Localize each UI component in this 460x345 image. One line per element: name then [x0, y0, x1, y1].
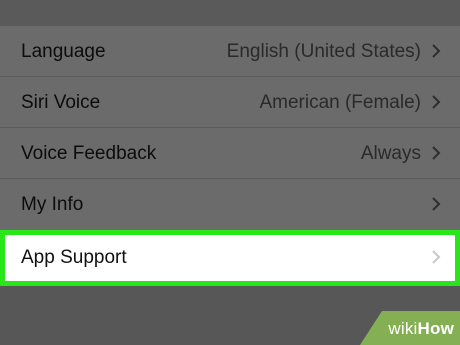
settings-row-app-support[interactable]: App Support: [0, 230, 460, 286]
settings-row-language[interactable]: Language English (United States): [0, 26, 460, 77]
watermark-text: wikiHow: [388, 319, 454, 338]
row-label: Language: [21, 41, 106, 62]
settings-row-voice-feedback[interactable]: Voice Feedback Always: [0, 128, 460, 179]
chevron-right-icon: [428, 196, 444, 212]
settings-row-my-info[interactable]: My Info: [0, 179, 460, 230]
row-label: My Info: [21, 194, 84, 215]
chevron-right-icon: [428, 43, 444, 59]
settings-list: Language English (United States) Siri Vo…: [0, 26, 460, 230]
settings-row-siri-voice[interactable]: Siri Voice American (Female): [0, 77, 460, 128]
top-strip: [0, 0, 460, 26]
row-value: American (Female): [259, 92, 421, 113]
chevron-right-icon: [428, 94, 444, 110]
row-label: Voice Feedback: [21, 143, 157, 164]
row-label: App Support: [21, 247, 127, 268]
wikihow-watermark: wikiHow: [360, 311, 460, 345]
row-label: Siri Voice: [21, 92, 101, 113]
row-value: English (United States): [226, 41, 421, 62]
chevron-right-icon: [428, 145, 444, 161]
row-value: Always: [360, 143, 421, 164]
chevron-right-icon: [428, 249, 444, 265]
